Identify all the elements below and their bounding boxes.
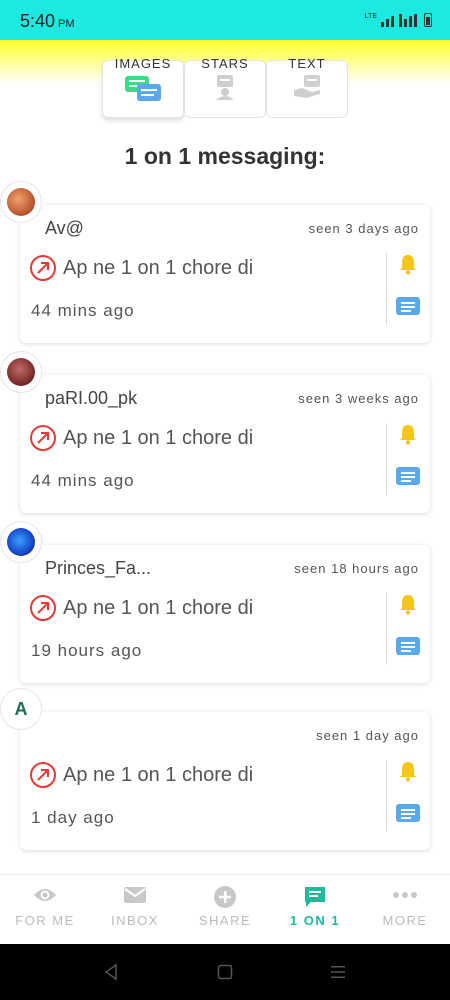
nav-for-me-label: FOR ME	[15, 913, 75, 928]
message-row: Ap ne 1 on 1 chore di	[30, 762, 253, 788]
page-title: 1 on 1 messaging:	[124, 143, 326, 169]
bell-icon[interactable]	[398, 760, 418, 782]
tab-text[interactable]: TEXT	[266, 56, 348, 118]
nav-for-me[interactable]: FOR ME	[0, 875, 90, 945]
message-icon	[305, 887, 325, 907]
conversation-card[interactable]: Princes_Fa... seen 18 hours ago Ap ne 1 …	[0, 521, 430, 683]
nav-inbox-label: INBOX	[111, 913, 159, 928]
username: Princes_Fa...	[45, 558, 152, 578]
clock-text: 5:40	[20, 11, 56, 31]
status-bar: 5:40 PM LTE	[0, 0, 450, 40]
message-time: 19 hours ago	[31, 641, 143, 660]
last-seen: seen 1 day ago	[316, 728, 419, 743]
username: Av@	[45, 218, 84, 238]
nav-one-on-one-label: 1 ON 1	[289, 913, 341, 928]
message-row: Ap ne 1 on 1 chore di	[30, 255, 253, 281]
tab-images-label: IMAGES	[114, 56, 172, 71]
message-preview: Ap ne 1 on 1 chore di	[63, 426, 254, 449]
message-row: Ap ne 1 on 1 chore di	[30, 425, 253, 451]
conversation-card[interactable]: Av@ seen 3 days ago Ap ne 1 on 1 chore d…	[0, 181, 430, 343]
avatar-letter: A	[14, 698, 28, 719]
recents-icon[interactable]	[330, 964, 346, 980]
last-seen: seen 3 days ago	[308, 221, 419, 236]
divider	[386, 253, 387, 325]
bell-icon[interactable]	[398, 253, 418, 275]
avatar-photo	[7, 528, 35, 556]
eye-icon	[34, 889, 56, 901]
message-preview: Ap ne 1 on 1 chore di	[63, 763, 254, 786]
avatar-photo	[7, 358, 35, 386]
last-seen: seen 3 weeks ago	[298, 391, 419, 406]
chat-icon[interactable]	[396, 804, 420, 824]
more-dots-icon	[393, 892, 417, 898]
message-time: 1 day ago	[31, 808, 115, 827]
divider	[386, 423, 387, 495]
tab-stars-label: STARS	[201, 56, 249, 71]
outgoing-arrow-icon	[30, 255, 56, 281]
chat-icon[interactable]	[396, 297, 420, 317]
envelope-icon	[124, 887, 146, 903]
signal-bar-icon	[391, 16, 394, 27]
message-time: 44 mins ago	[31, 301, 135, 320]
signal-bar-icon	[414, 14, 417, 27]
chat-bubbles-icon	[125, 76, 161, 101]
divider	[386, 760, 387, 832]
bell-icon[interactable]	[398, 423, 418, 445]
bell-icon[interactable]	[398, 593, 418, 615]
signal-bar-icon	[381, 22, 384, 27]
tab-stars[interactable]: STARS	[184, 56, 266, 118]
status-icons: LTE	[365, 13, 432, 27]
conversation-card[interactable]: paRI.00_pk seen 3 weeks ago Ap ne 1 on 1…	[0, 351, 430, 513]
back-icon[interactable]	[103, 964, 119, 980]
message-preview: Ap ne 1 on 1 chore di	[63, 596, 254, 619]
network-type: LTE	[364, 13, 377, 20]
avatar-photo	[7, 188, 35, 216]
message-preview: Ap ne 1 on 1 chore di	[63, 256, 254, 279]
top-tabs: IMAGES STARS TEXT	[102, 56, 348, 118]
conversation-card[interactable]: A seen 1 day ago Ap ne 1 on 1 chore di 1…	[0, 688, 430, 850]
status-time: 5:40 PM	[20, 11, 75, 32]
tab-images[interactable]: IMAGES	[102, 56, 184, 118]
signal-bar-icon	[409, 16, 412, 27]
outgoing-arrow-icon	[30, 425, 56, 451]
hand-card-icon	[294, 75, 320, 98]
avatar[interactable]	[0, 351, 42, 393]
outgoing-arrow-icon	[30, 595, 56, 621]
system-nav-bar	[0, 944, 450, 1000]
avatar[interactable]	[0, 521, 42, 563]
nav-share[interactable]: SHARE	[180, 875, 270, 945]
signal-bar-icon	[386, 19, 389, 27]
battery-icon	[424, 13, 432, 27]
message-row: Ap ne 1 on 1 chore di	[30, 595, 253, 621]
award-icon	[216, 75, 234, 100]
nav-inbox[interactable]: INBOX	[90, 875, 180, 945]
signal-bar-icon	[399, 14, 402, 27]
signal-bar-icon	[404, 19, 407, 27]
bottom-nav: FOR ME INBOX SHARE 1 ON 1 MORE	[0, 874, 450, 944]
message-time: 44 mins ago	[31, 471, 135, 490]
home-icon[interactable]	[217, 964, 233, 980]
username: paRI.00_pk	[45, 388, 138, 408]
plus-circle-icon	[214, 886, 236, 908]
divider	[386, 593, 387, 665]
chat-icon[interactable]	[396, 467, 420, 487]
clock-ampm: PM	[58, 18, 75, 30]
nav-more[interactable]: MORE	[360, 875, 450, 945]
nav-share-label: SHARE	[198, 913, 252, 928]
tab-text-label: TEXT	[288, 56, 326, 71]
nav-one-on-one[interactable]: 1 ON 1	[270, 875, 360, 945]
outgoing-arrow-icon	[30, 762, 56, 788]
chat-icon[interactable]	[396, 637, 420, 657]
last-seen: seen 18 hours ago	[294, 561, 419, 576]
avatar[interactable]	[0, 181, 42, 223]
nav-more-label: MORE	[382, 913, 428, 928]
avatar[interactable]: A	[0, 688, 42, 730]
